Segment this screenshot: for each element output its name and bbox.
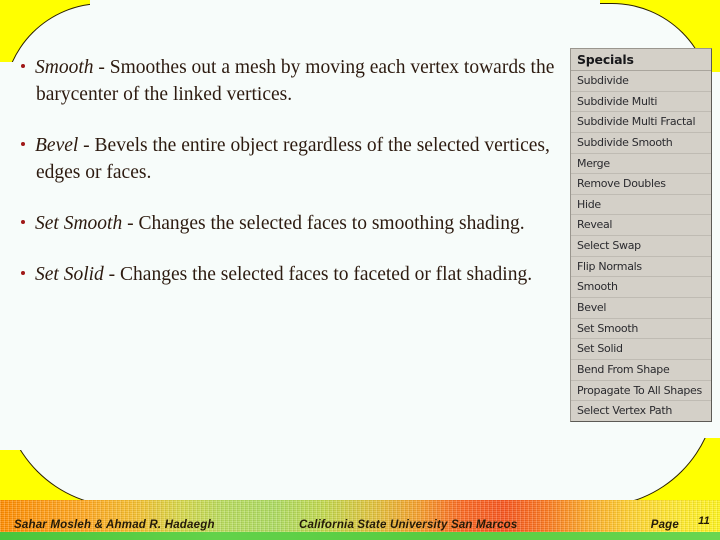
menu-item-reveal[interactable]: Reveal [571, 215, 711, 237]
bullet-item: Set Solid - Changes the selected faces t… [14, 261, 566, 288]
menu-item-smooth[interactable]: Smooth [571, 277, 711, 299]
menu-item-set-smooth[interactable]: Set Smooth [571, 318, 711, 340]
bullet-dash: - [103, 264, 121, 286]
menu-item-remove-doubles[interactable]: Remove Doubles [571, 174, 711, 195]
menu-item-select-vertex-path[interactable]: Select Vertex Path [571, 401, 711, 421]
corner-decoration-top-left [0, 0, 90, 62]
bullet-dot-icon [21, 220, 25, 225]
footer-page-label: Page [650, 519, 679, 531]
bullet-description: Bevels the entire object regardless of t… [36, 135, 550, 184]
menu-item-bend-from-shape[interactable]: Bend From Shape [571, 359, 711, 381]
bullet-item: Set Smooth - Changes the selected faces … [14, 210, 566, 237]
bullet-dot-icon [21, 271, 25, 276]
bullet-dash: - [93, 57, 110, 78]
slide-canvas: Smooth - Smoothes out a mesh by moving e… [0, 0, 720, 540]
specials-menu-title: Specials [571, 49, 711, 71]
footer-institution: California State University San Marcos [299, 519, 518, 531]
menu-item-hide[interactable]: Hide [571, 194, 711, 216]
footer-authors: Sahar Mosleh & Ahmad R. Hadaegh [14, 519, 215, 531]
menu-item-bevel[interactable]: Bevel [571, 298, 711, 319]
bullet-item: Bevel - Bevels the entire object regardl… [14, 132, 566, 186]
bullet-dash: - [78, 135, 95, 157]
bullet-dot-icon [21, 64, 25, 68]
bullet-term: Set Solid [35, 264, 104, 286]
menu-item-flip-normals[interactable]: Flip Normals [571, 256, 711, 278]
menu-item-set-solid[interactable]: Set Solid [571, 339, 711, 360]
menu-item-subdivide[interactable]: Subdivide [571, 71, 711, 92]
menu-item-subdivide-smooth[interactable]: Subdivide Smooth [571, 132, 711, 154]
menu-item-select-swap[interactable]: Select Swap [571, 236, 711, 257]
menu-item-propagate-to-all-shapes[interactable]: Propagate To All Shapes [571, 380, 711, 402]
menu-item-merge[interactable]: Merge [571, 153, 711, 175]
bullet-description: Changes the selected faces to smoothing … [138, 213, 525, 235]
menu-item-subdivide-multi[interactable]: Subdivide Multi [571, 91, 711, 113]
slide-body: Smooth - Smoothes out a mesh by moving e… [14, 54, 566, 289]
bullet-term: Bevel [35, 135, 79, 157]
bullet-dash: - [122, 213, 139, 235]
bullet-term: Smooth [35, 57, 94, 78]
bullet-dot-icon [21, 142, 25, 147]
slide-footer: Sahar Mosleh & Ahmad R. Hadaegh Californ… [0, 500, 720, 540]
bullet-description: Changes the selected faces to faceted or… [120, 264, 533, 286]
menu-item-subdivide-multi-fractal[interactable]: Subdivide Multi Fractal [571, 112, 711, 133]
bullet-term: Set Smooth [35, 213, 123, 235]
bullet-description: Smoothes out a mesh by moving each verte… [36, 57, 555, 106]
footer-page-number: 11 [698, 515, 710, 527]
bullet-item: Smooth - Smoothes out a mesh by moving e… [14, 54, 566, 108]
footer-green-strip [0, 532, 720, 540]
specials-menu[interactable]: Specials Subdivide Subdivide Multi Subdi… [570, 48, 712, 422]
